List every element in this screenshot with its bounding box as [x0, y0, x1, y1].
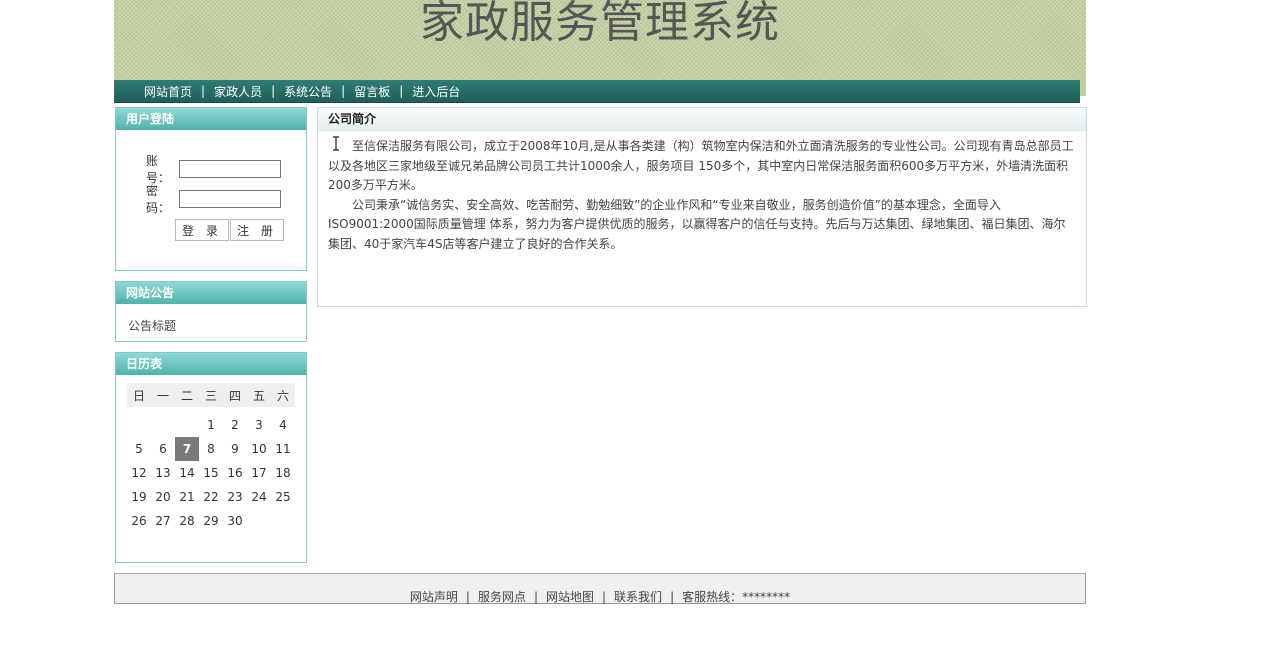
calendar-panel: 日历表 日 一 二 三 四 五 六 1 2 3 4 5 6 7 8 9 10 1…	[115, 352, 307, 563]
site-header: 家政服务管理系统	[114, 0, 1086, 80]
nav-separator: |	[271, 84, 276, 98]
nav-link-staff[interactable]: 家政人员	[214, 83, 262, 100]
footer-link-contact[interactable]: 联系我们	[614, 590, 662, 604]
footer-link-service-points[interactable]: 服务网点	[478, 590, 526, 604]
footer-links: 网站声明 | 服务网点 | 网站地图 | 联系我们 | 客服热线：********	[115, 588, 1085, 605]
calendar-weekday: 六	[271, 383, 295, 407]
nav-link-guestbook[interactable]: 留言板	[354, 83, 390, 100]
nav-link-admin[interactable]: 进入后台	[412, 83, 460, 100]
calendar-day: 20	[155, 490, 171, 504]
notice-panel-title: 网站公告	[116, 282, 306, 304]
footer-separator: |	[670, 590, 675, 604]
calendar-weekday: 三	[199, 383, 223, 407]
account-row: 账号：	[146, 152, 281, 186]
calendar-day: 15	[203, 466, 219, 480]
calendar-day: 6	[159, 442, 167, 456]
calendar-day	[247, 509, 271, 533]
calendar-grid: 日 一 二 三 四 五 六 1 2 3 4 5 6 7 8 9 10 11 12…	[127, 383, 295, 533]
company-intro-body: 至信保洁服务有限公司，成立于2008年10月,是从事各类建（构）筑物室内保洁和外…	[318, 131, 1086, 254]
company-intro-panel: 公司简介 至信保洁服务有限公司，成立于2008年10月,是从事各类建（构）筑物室…	[317, 107, 1087, 307]
calendar-day: 14	[179, 466, 195, 480]
footer-link-statement[interactable]: 网站声明	[410, 590, 458, 604]
calendar-day: 13	[155, 466, 171, 480]
account-label: 账号：	[146, 154, 171, 185]
nav-link-announcements[interactable]: 系统公告	[284, 83, 332, 100]
main-nav: 网站首页 | 家政人员 | 系统公告 | 留言板 | 进入后台	[114, 80, 1080, 103]
site-title: 家政服务管理系统	[420, 0, 780, 48]
calendar-week: 12 13 14 15 16 17 18	[127, 461, 295, 485]
calendar-day: 17	[251, 466, 267, 480]
calendar-day: 5	[135, 442, 143, 456]
nav-link-home[interactable]: 网站首页	[144, 83, 192, 100]
calendar-day: 9	[231, 442, 239, 456]
calendar-day: 24	[251, 490, 267, 504]
calendar-weekday: 五	[247, 383, 271, 407]
calendar-day: 29	[203, 514, 219, 528]
nav-item-admin[interactable]: 进入后台	[412, 83, 460, 100]
calendar-day: 30	[227, 514, 243, 528]
calendar-week: 26 27 28 29 30	[127, 509, 295, 533]
calendar-day: 27	[155, 514, 171, 528]
nav-item-announcements[interactable]: 系统公告 |	[284, 83, 354, 100]
account-input[interactable]	[179, 160, 281, 178]
calendar-weekday: 日	[127, 383, 151, 407]
calendar-day: 18	[275, 466, 291, 480]
calendar-day	[127, 413, 151, 437]
calendar-day: 21	[179, 490, 195, 504]
calendar-day: 26	[131, 514, 147, 528]
calendar-day	[271, 509, 295, 533]
register-button[interactable]: 注 册	[230, 219, 284, 241]
calendar-day: 8	[207, 442, 215, 456]
calendar-day: 25	[275, 490, 291, 504]
password-input[interactable]	[179, 190, 281, 208]
login-panel-title: 用户登陆	[116, 108, 306, 130]
calendar-panel-title: 日历表	[116, 353, 306, 375]
nav-item-guestbook[interactable]: 留言板 |	[354, 83, 412, 100]
footer-link-sitemap[interactable]: 网站地图	[546, 590, 594, 604]
calendar-day: 1	[207, 418, 215, 432]
calendar-day: 4	[279, 418, 287, 432]
calendar-day: 16	[227, 466, 243, 480]
calendar-week: 1 2 3 4	[127, 413, 295, 437]
intro-paragraph: 公司秉承“诚信务实、安全高效、吃苦耐劳、勤勉细致”的企业作风和“专业来自敬业，服…	[328, 197, 1066, 251]
calendar-day	[151, 413, 175, 437]
site-footer: 网站声明 | 服务网点 | 网站地图 | 联系我们 | 客服热线：********	[114, 573, 1086, 604]
password-label: 密码：	[146, 184, 171, 215]
text-cursor-icon	[333, 136, 339, 151]
calendar-week: 19 20 21 22 23 24 25	[127, 485, 295, 509]
nav-item-staff[interactable]: 家政人员 |	[214, 83, 284, 100]
footer-hotline: 客服热线：********	[682, 590, 791, 604]
calendar-day	[175, 413, 199, 437]
calendar-day: 12	[131, 466, 147, 480]
footer-separator: |	[602, 590, 607, 604]
calendar-day: 19	[131, 490, 147, 504]
calendar-weekday: 四	[223, 383, 247, 407]
nav-separator: |	[201, 84, 206, 98]
intro-paragraph: 至信保洁服务有限公司，成立于2008年10月,是从事各类建（构）筑物室内保洁和外…	[328, 139, 1074, 192]
login-button[interactable]: 登 录	[175, 219, 229, 241]
calendar-day: 11	[275, 442, 291, 456]
header-edge	[1080, 80, 1086, 96]
calendar-day-today: 7	[175, 437, 199, 461]
nav-separator: |	[341, 84, 346, 98]
calendar-week: 5 6 7 8 9 10 11	[127, 437, 295, 461]
password-row: 密码：	[146, 182, 281, 216]
footer-separator: |	[533, 590, 538, 604]
footer-separator: |	[465, 590, 470, 604]
calendar-day: 23	[227, 490, 243, 504]
calendar-day: 3	[255, 418, 263, 432]
company-intro-title: 公司简介	[318, 108, 1086, 131]
notice-panel: 网站公告 公告标题	[115, 281, 307, 342]
login-panel: 用户登陆 账号： 密码： 登 录 注 册	[115, 107, 307, 271]
calendar-weekday: 二	[175, 383, 199, 407]
calendar-day: 28	[179, 514, 195, 528]
notice-item[interactable]: 公告标题	[128, 317, 176, 334]
calendar-weekday-row: 日 一 二 三 四 五 六	[127, 383, 295, 407]
calendar-day: 22	[203, 490, 219, 504]
nav-separator: |	[399, 84, 404, 98]
nav-item-home[interactable]: 网站首页 |	[144, 83, 214, 100]
calendar-day: 10	[251, 442, 267, 456]
calendar-day: 2	[231, 418, 239, 432]
calendar-weekday: 一	[151, 383, 175, 407]
